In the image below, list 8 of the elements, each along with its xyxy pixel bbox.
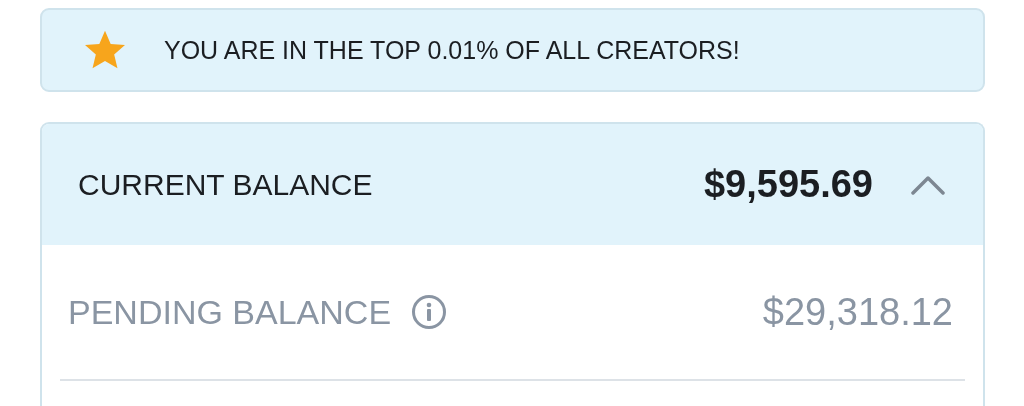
- balance-header[interactable]: CURRENT BALANCE $9,595.69: [42, 124, 983, 245]
- balance-label: CURRENT BALANCE: [78, 167, 374, 202]
- info-icon[interactable]: [411, 294, 448, 330]
- chevron-icon[interactable]: [911, 174, 945, 195]
- banner-text: YOU ARE IN THE TOP 0.01% OF ALL CREATORS!: [164, 35, 740, 65]
- pending-balance-amount: $29,318.12: [762, 290, 953, 334]
- pending-balance-label: PENDING BALANCE: [68, 292, 392, 332]
- balance-amount: $9,595.69: [703, 163, 873, 206]
